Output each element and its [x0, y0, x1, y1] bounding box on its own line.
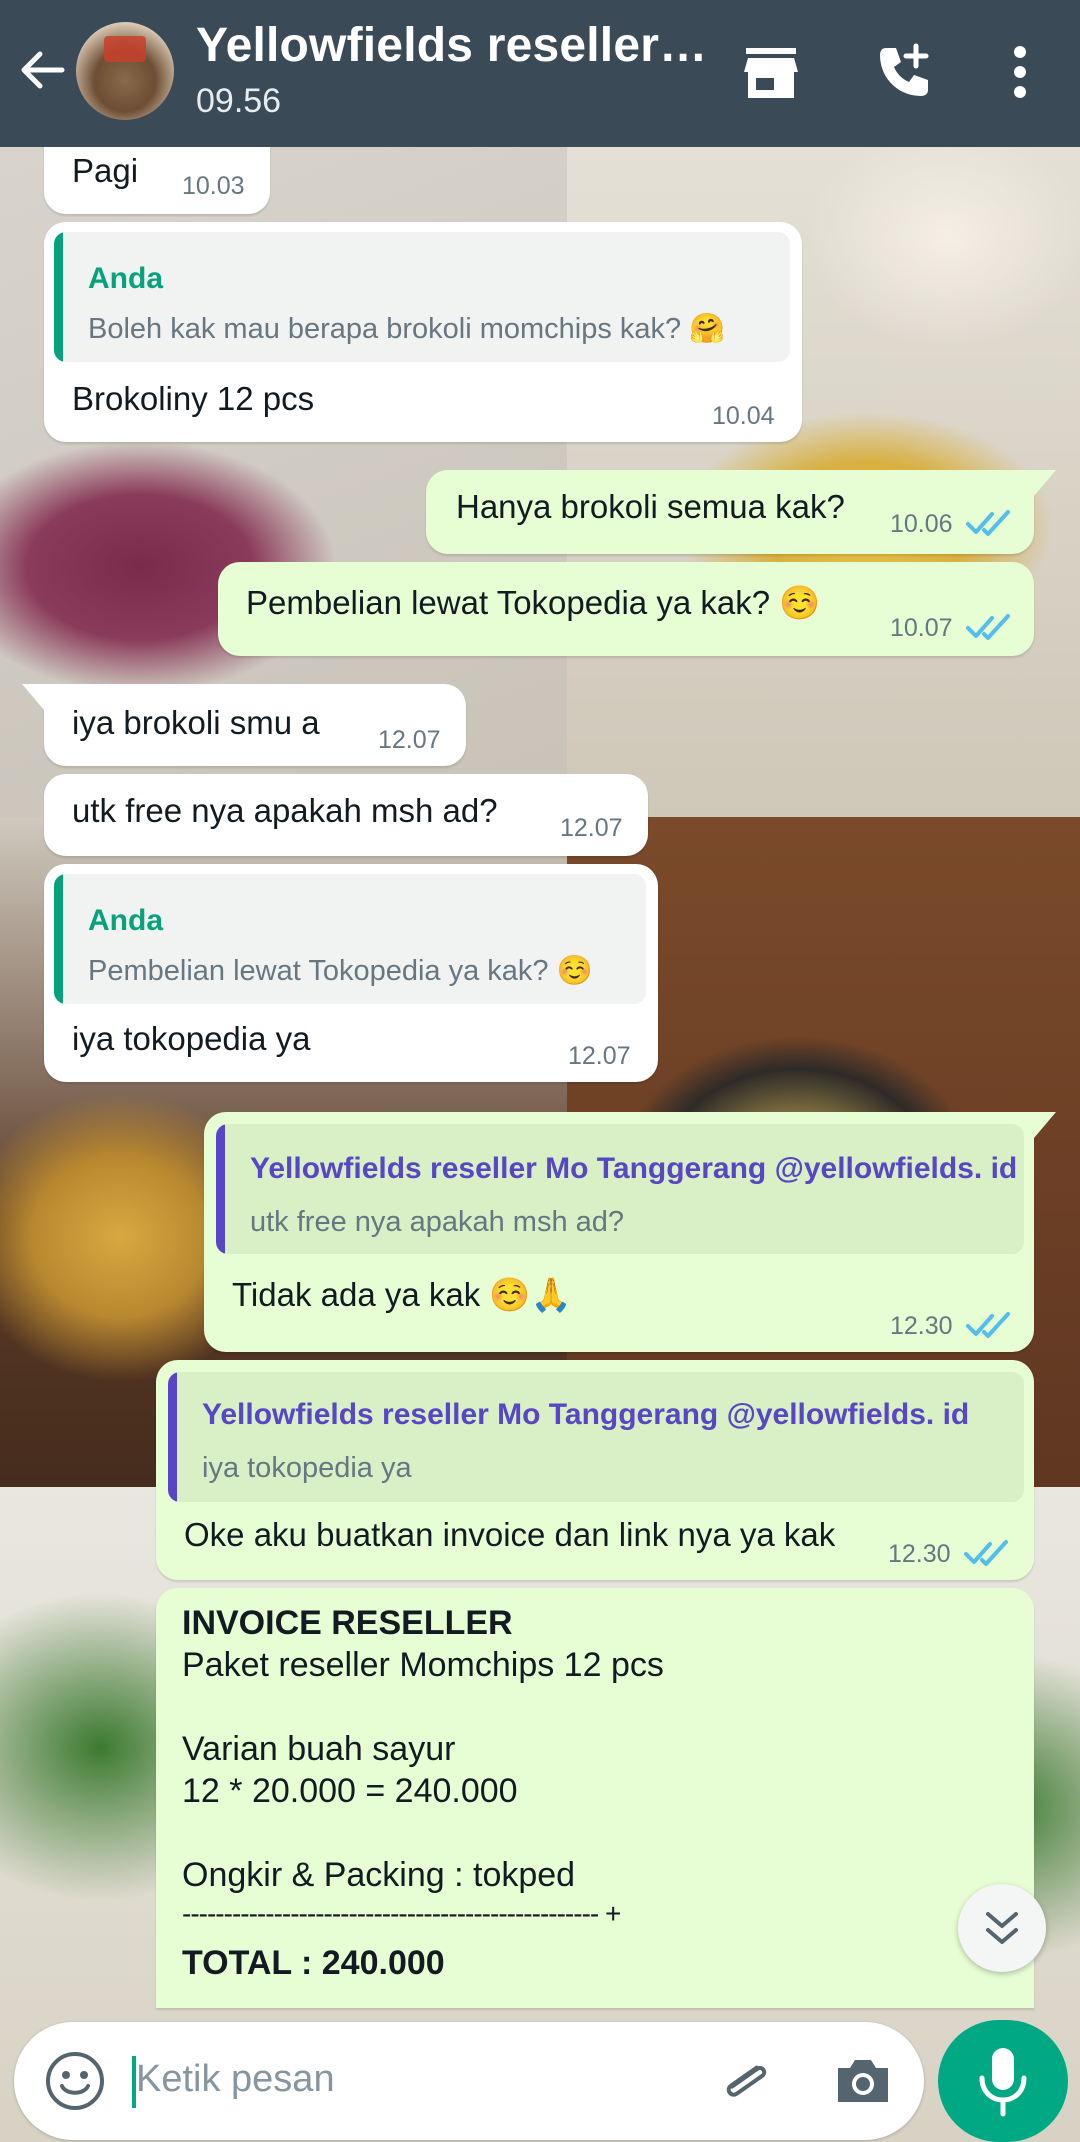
- invoice-title: INVOICE RESELLER: [182, 1604, 513, 1642]
- quote-author: Yellowfields reseller Mo Tanggerang @yel…: [202, 1398, 970, 1431]
- message-outgoing[interactable]: Pembelian lewat Tokopedia ya kak? ☺️ 10.…: [218, 562, 1034, 656]
- message-text: iya brokoli smu a: [72, 704, 320, 741]
- message-composer[interactable]: Ketik pesan: [14, 2022, 924, 2140]
- chat-title[interactable]: Yellowfields reseller…: [196, 18, 707, 73]
- message-incoming[interactable]: iya brokoli smu a 12.07: [44, 684, 466, 766]
- message-text: utk free nya apakah msh ad?: [72, 792, 498, 829]
- message-incoming-reply[interactable]: Anda Pembelian lewat Tokopedia ya kak? ☺…: [44, 864, 658, 1082]
- message-text: Hanya brokoli semua kak?: [456, 488, 845, 525]
- invoice-line: Varian buah sayur: [182, 1730, 456, 1768]
- message-incoming[interactable]: utk free nya apakah msh ad? 12.07: [44, 774, 648, 856]
- camera-icon[interactable]: [832, 2052, 894, 2110]
- back-arrow-icon[interactable]: [14, 42, 70, 98]
- message-text: Oke aku buatkan invoice dan link nya ya …: [184, 1516, 836, 1553]
- quote-author: Anda: [88, 904, 163, 937]
- message-time: 12.30: [888, 1540, 951, 1568]
- double-check-icon: [964, 1540, 1008, 1566]
- mic-button[interactable]: [938, 2020, 1068, 2142]
- message-outgoing-reply[interactable]: Yellowfields reseller Mo Tanggerang @yel…: [204, 1112, 1034, 1352]
- mic-icon: [979, 2048, 1027, 2117]
- chat-header: Yellowfields reseller… 09.56: [0, 0, 1080, 147]
- add-call-icon[interactable]: [872, 40, 936, 104]
- message-time: 12.30: [890, 1312, 953, 1340]
- shop-icon[interactable]: [740, 42, 802, 104]
- quote-author: Yellowfields reseller Mo Tanggerang @yel…: [250, 1152, 1018, 1185]
- quote-text: iya tokopedia ya: [202, 1452, 412, 1484]
- invoice-line: 12 * 20.000 = 240.000: [182, 1772, 518, 1810]
- avatar[interactable]: [76, 22, 174, 120]
- quoted-message[interactable]: Yellowfields reseller Mo Tanggerang @yel…: [168, 1372, 1024, 1502]
- invoice-total: TOTAL : 240.000: [182, 1944, 445, 1982]
- message-incoming-reply[interactable]: Anda Boleh kak mau berapa brokoli momchi…: [44, 222, 802, 442]
- message-text: iya tokopedia ya: [72, 1020, 311, 1057]
- scroll-down-button[interactable]: [958, 1884, 1046, 1972]
- invoice-line: Paket reseller Momchips 12 pcs: [182, 1646, 664, 1684]
- invoice-divider: ----------------------------------------…: [182, 1898, 621, 1929]
- message-time: 10.03: [182, 172, 245, 200]
- message-time: 12.07: [560, 814, 623, 842]
- quote-text: Boleh kak mau berapa brokoli momchips ka…: [88, 313, 726, 345]
- double-check-icon: [966, 510, 1010, 536]
- emoji-icon[interactable]: [44, 2050, 106, 2112]
- message-time: 12.07: [378, 726, 441, 754]
- quote-text: utk free nya apakah msh ad?: [250, 1206, 625, 1238]
- message-text: Tidak ada ya kak ☺️🙏: [232, 1276, 572, 1313]
- chat-subtitle: 09.56: [196, 82, 282, 120]
- message-incoming[interactable]: Pagi 10.03: [44, 140, 270, 214]
- message-time: 10.07: [890, 614, 953, 642]
- message-text: Pagi: [72, 152, 139, 189]
- message-time: 10.06: [890, 510, 953, 538]
- quoted-message[interactable]: Yellowfields reseller Mo Tanggerang @yel…: [216, 1124, 1024, 1254]
- quote-text: Pembelian lewat Tokopedia ya kak? ☺️: [88, 955, 593, 987]
- message-outgoing[interactable]: Hanya brokoli semua kak? 10.06: [426, 470, 1034, 554]
- message-time: 12.07: [568, 1042, 631, 1070]
- message-input[interactable]: Ketik pesan: [136, 2058, 335, 2101]
- invoice-line: Ongkir & Packing : tokped: [182, 1856, 576, 1894]
- message-text: Brokoliny 12 pcs: [72, 380, 315, 417]
- attach-icon[interactable]: [714, 2050, 778, 2114]
- message-outgoing-reply[interactable]: Yellowfields reseller Mo Tanggerang @yel…: [156, 1360, 1034, 1580]
- quoted-message[interactable]: Anda Boleh kak mau berapa brokoli momchi…: [54, 232, 790, 362]
- message-time: 10.04: [712, 402, 775, 430]
- quote-author: Anda: [88, 262, 163, 295]
- double-check-icon: [966, 614, 1010, 640]
- more-vert-icon[interactable]: [1000, 40, 1040, 104]
- chevron-double-down-icon: [986, 1912, 1018, 1944]
- double-check-icon: [966, 1312, 1010, 1338]
- message-text: Pembelian lewat Tokopedia ya kak? ☺️: [246, 584, 821, 621]
- quoted-message[interactable]: Anda Pembelian lewat Tokopedia ya kak? ☺…: [54, 874, 646, 1004]
